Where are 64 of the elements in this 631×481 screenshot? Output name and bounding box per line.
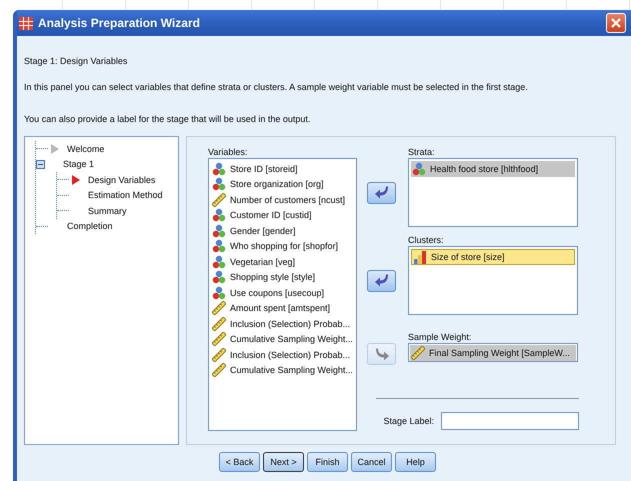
variable-item[interactable]: Inclusion (Selection) Probab...: [211, 347, 354, 362]
close-button[interactable]: [606, 13, 626, 33]
tree-item[interactable]: Summary: [88, 206, 127, 216]
ruler-icon: [212, 301, 226, 316]
tree-item[interactable]: Design Variables: [88, 174, 156, 185]
variable-item[interactable]: Health food store [hlthfood]: [411, 161, 575, 176]
nominal-variable-icon: [212, 239, 226, 254]
ruler-icon: [212, 192, 226, 207]
variable-item[interactable]: Amount spent [amtspent]: [211, 300, 354, 316]
variable-item[interactable]: Use coupons [usecoup]: [211, 285, 354, 300]
nominal-variable-icon: [212, 270, 226, 284]
move-button[interactable]: [367, 182, 396, 204]
variable-item[interactable]: Inclusion (Selection) Probab...: [211, 316, 354, 332]
target-label: Strata:: [408, 147, 436, 158]
collapse-toggle[interactable]: [36, 160, 45, 169]
stage-heading: Stage 1: Design Variables: [24, 56, 128, 68]
ruler-icon: [212, 332, 226, 346]
target-label: Clusters:: [408, 235, 445, 246]
variable-item[interactable]: Cumulative Sampling Weight...: [211, 332, 354, 347]
ruler-icon: [411, 346, 425, 360]
nominal-variable-icon: [212, 162, 226, 176]
variable-item[interactable]: Shopping style [style]: [211, 270, 354, 285]
tree-item[interactable]: Welcome: [67, 144, 104, 154]
wizard-button[interactable]: < Back: [219, 452, 260, 472]
variables-label: Variables:: [208, 147, 248, 158]
stage-label-caption: Stage Label:: [383, 416, 434, 426]
triangle-icon: [51, 144, 59, 154]
wizard-button[interactable]: Cancel: [351, 452, 392, 472]
variable-item[interactable]: Store organization [org]: [211, 176, 354, 192]
nominal-variable-icon: [212, 286, 226, 300]
triangle-icon: [72, 174, 80, 185]
tree-item[interactable]: Completion: [67, 221, 113, 232]
variable-item[interactable]: Gender [gender]: [211, 223, 354, 238]
variables-list[interactable]: [208, 158, 357, 431]
instruction-text: In this panel you can select variables that define strata or clusters. A sample weight variable must be selected in the first stage.: [24, 82, 529, 92]
variable-item[interactable]: Who shopping for [shopfor]: [211, 238, 354, 254]
variable-item[interactable]: Number of customers [ncust]: [211, 192, 354, 208]
nominal-variable-icon: [212, 254, 226, 269]
target-list[interactable]: Size of store [size]: [408, 246, 578, 315]
tree-item[interactable]: Estimation Method: [88, 190, 163, 200]
variable-item[interactable]: Customer ID [custid]: [211, 208, 354, 223]
bar-chart-icon: [413, 250, 427, 264]
variable-item[interactable]: Store ID [storeid]: [211, 161, 354, 176]
ruler-icon: [212, 316, 226, 331]
close-icon: [610, 17, 622, 29]
variable-item[interactable]: Cumulative Sampling Weight...: [211, 362, 354, 378]
instruction-text: You can also provide a label for the stage that will be used in the output.: [24, 114, 312, 124]
wizard-button[interactable]: Next >: [263, 452, 304, 472]
target-label: Sample Weight:: [408, 332, 472, 343]
stage-label-field[interactable]: [441, 412, 579, 430]
wizard-button[interactable]: Help: [395, 452, 436, 472]
target-list[interactable]: Health food store [hlthfood]: [408, 158, 578, 227]
move-button[interactable]: [367, 270, 396, 292]
variable-item[interactable]: Vegetarian [veg]: [211, 254, 354, 270]
grid-icon: [19, 16, 33, 30]
nominal-variable-icon: [212, 224, 226, 238]
window-title: Analysis Preparation Wizard: [38, 16, 201, 30]
variable-item[interactable]: Size of store [size]: [411, 249, 575, 264]
tree-item[interactable]: Stage 1: [63, 159, 94, 170]
nominal-variable-icon: [412, 162, 426, 176]
nominal-variable-icon: [212, 177, 226, 192]
wizard-button[interactable]: Finish: [307, 452, 348, 472]
nominal-variable-icon: [212, 208, 226, 222]
ruler-icon: [212, 348, 226, 362]
